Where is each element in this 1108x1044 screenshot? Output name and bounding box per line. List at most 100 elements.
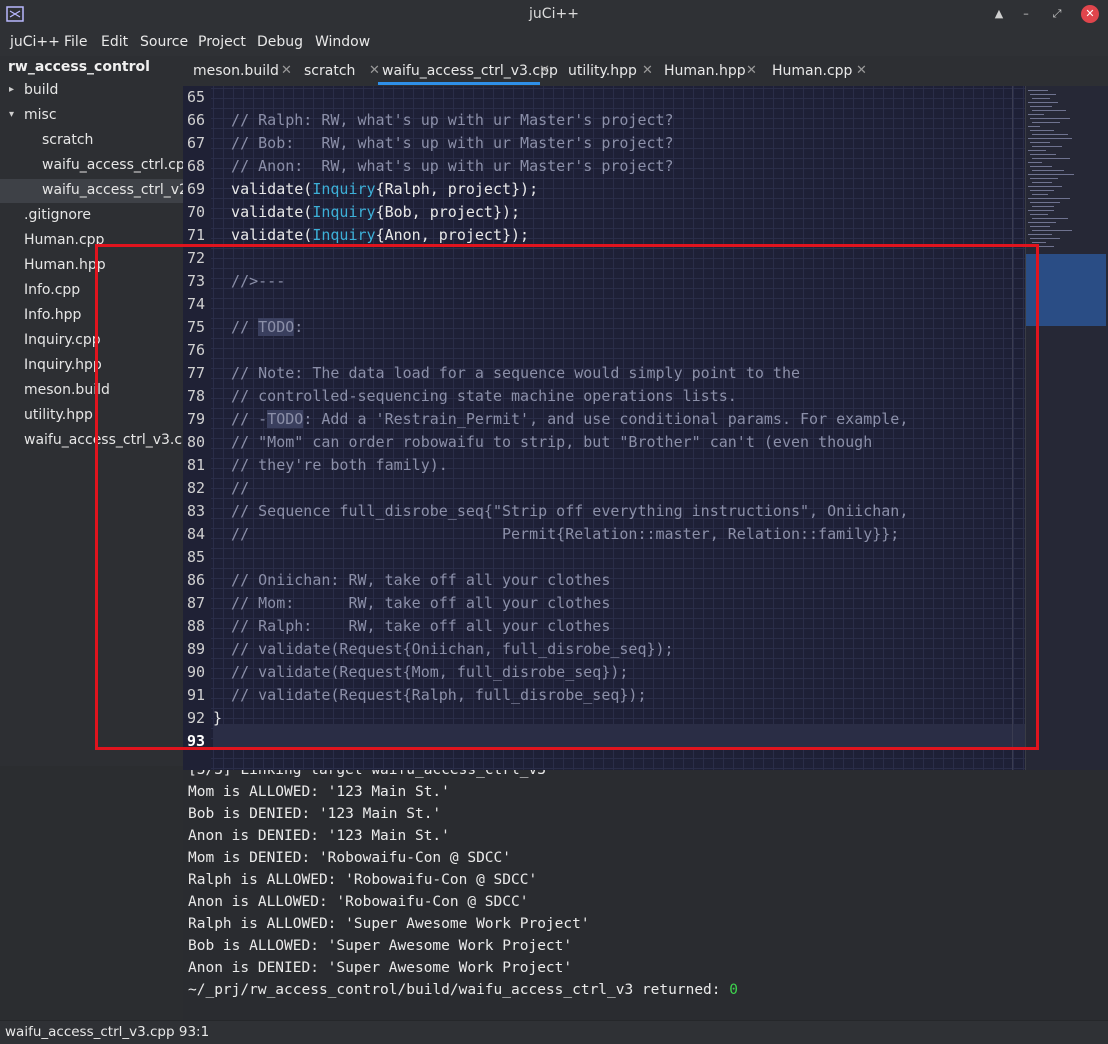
tree-item-human-cpp[interactable]: Human.cpp — [0, 229, 183, 253]
expanded-arrow-icon[interactable]: ▾ — [9, 109, 14, 120]
code-token: Inquiry — [312, 226, 376, 244]
code-line: 72 — [183, 247, 1025, 270]
code-token: validate( — [213, 203, 313, 221]
minimap-line — [1032, 122, 1060, 123]
project-name[interactable]: rw_access_control — [8, 59, 150, 75]
tab-bar: meson.build ✕ scratch ✕ waifu_access_ctr… — [183, 56, 1108, 86]
code-line: 71 validate(Inquiry{Anon, project}); — [183, 224, 1025, 247]
tab-label: Human.cpp — [772, 63, 853, 79]
tree-item-label: Human.cpp — [24, 232, 105, 248]
return-code: 0 — [729, 982, 738, 998]
terminal-output[interactable]: [3/3] Linking target waifu_access_ctrl_v… — [183, 770, 1108, 1020]
minimap-line — [1028, 150, 1046, 151]
minimap-line — [1030, 238, 1060, 239]
line-number: 73 — [187, 272, 206, 290]
code-line: 66 // Ralph: RW, what's up with ur Maste… — [183, 109, 1025, 132]
minimize-button[interactable]: – — [1017, 5, 1035, 23]
tree-item-utility-hpp[interactable]: utility.hpp — [0, 404, 183, 428]
tree-item-inquiry-hpp[interactable]: Inquiry.hpp — [0, 354, 183, 378]
tree-item-inquiry-cpp[interactable]: Inquiry.cpp — [0, 329, 183, 353]
code-line: 80 // "Mom" can order robowaifu to strip… — [183, 431, 1025, 454]
tab-human-hpp[interactable]: Human.hpp ✕ — [654, 56, 762, 86]
minimap-viewport[interactable] — [1026, 254, 1106, 326]
tab-utility-hpp[interactable]: utility.hpp ✕ — [558, 56, 653, 86]
tree-item-scratch[interactable]: scratch — [0, 129, 183, 153]
code-token: {Ralph, project}); — [375, 180, 539, 198]
minimap-line — [1030, 214, 1048, 215]
code-text: // validate(Request{Mom, full_disrobe_se… — [213, 663, 628, 681]
menu-jucipp[interactable]: juCi++ — [10, 34, 60, 50]
minimap-line — [1032, 134, 1068, 135]
code-token: // Bob: RW, what's up with ur Master's p… — [213, 134, 674, 152]
collapsed-arrow-icon[interactable]: ▸ — [9, 84, 14, 95]
code-token: validate( — [213, 180, 313, 198]
tree-item-waifu-access-ctrl-v2-cpp[interactable]: waifu_access_ctrl_v2.cpp — [0, 179, 183, 203]
terminal-line: Mom is DENIED: 'Robowaifu-Con @ SDCC' — [188, 850, 512, 866]
tree-item-info-cpp[interactable]: Info.cpp — [0, 279, 183, 303]
code-line: 68 // Anon: RW, what's up with ur Master… — [183, 155, 1025, 178]
tab-meson-build[interactable]: meson.build ✕ — [183, 56, 295, 86]
line-number: 86 — [187, 571, 206, 589]
terminal-line: Bob is ALLOWED: 'Super Awesome Work Proj… — [188, 938, 573, 954]
terminal-line: Anon is DENIED: '123 Main St.' — [188, 828, 450, 844]
menu-debug[interactable]: Debug — [257, 34, 303, 50]
tab-human-cpp[interactable]: Human.cpp ✕ — [762, 56, 872, 86]
tree-item-label: misc — [24, 107, 57, 123]
menu-source[interactable]: Source — [140, 34, 188, 50]
terminal-line: Ralph is ALLOWED: 'Robowaifu-Con @ SDCC' — [188, 872, 538, 888]
menu-project[interactable]: Project — [198, 34, 246, 50]
tab-waifu-access-ctrl-v3[interactable]: waifu_access_ctrl_v3.cpp ✕ — [372, 56, 558, 86]
tree-item-build[interactable]: ▸ build — [0, 79, 183, 103]
close-icon[interactable]: ✕ — [746, 63, 757, 78]
tree-item-label: Inquiry.hpp — [24, 357, 102, 373]
tree-item-waifu-access-ctrl-v3-cpp[interactable]: waifu_access_ctrl_v3.cpp — [0, 429, 183, 453]
window-title: juCi++ — [529, 6, 579, 22]
code-line: 92} — [183, 707, 1025, 730]
tab-scratch[interactable]: scratch ✕ — [294, 56, 380, 86]
menu-file[interactable]: File — [64, 34, 87, 50]
line-number: 71 — [187, 226, 206, 244]
tab-label: utility.hpp — [568, 63, 637, 79]
maximize-button[interactable]: ⤢ — [1048, 5, 1066, 23]
code-editor[interactable]: 65 66 // Ralph: RW, what's up with ur Mas… — [183, 86, 1025, 770]
code-text: // — [213, 479, 249, 497]
close-icon[interactable]: ✕ — [539, 63, 550, 78]
tab-label: meson.build — [193, 63, 279, 79]
terminal-line: Ralph is ALLOWED: 'Super Awesome Work Pr… — [188, 916, 590, 932]
tree-item-label: Info.hpp — [24, 307, 82, 323]
close-icon[interactable]: ✕ — [642, 63, 653, 78]
menu-window[interactable]: Window — [315, 34, 370, 50]
tab-label: Human.hpp — [664, 63, 746, 79]
close-icon[interactable]: ✕ — [281, 63, 292, 78]
code-token: // controlled-sequencing state machine o… — [213, 387, 737, 405]
file-tree: rw_access_control ▸ build ▾ misc scratch waif… — [0, 56, 183, 766]
menu-edit[interactable]: Edit — [101, 34, 128, 50]
tree-item-gitignore[interactable]: .gitignore — [0, 204, 183, 228]
minimap-line — [1032, 230, 1072, 231]
tree-item-meson-build[interactable]: meson.build — [0, 379, 183, 403]
code-line: 93 — [183, 730, 1025, 753]
code-text: // controlled-sequencing state machine o… — [213, 387, 737, 405]
tree-item-label: waifu_access_ctrl_v2.cpp — [42, 182, 183, 198]
tree-item-misc[interactable]: ▾ misc — [0, 104, 183, 128]
line-number: 84 — [187, 525, 206, 543]
code-text: // validate(Request{Ralph, full_disrobe_… — [213, 686, 646, 704]
minimap-line — [1030, 94, 1056, 95]
minimap-line — [1030, 130, 1054, 131]
terminal-line: Bob is DENIED: '123 Main St.' — [188, 806, 442, 822]
line-number: 91 — [187, 686, 206, 704]
code-token: // "Mom" can order robowaifu to strip, b… — [213, 433, 873, 451]
line-number: 83 — [187, 502, 206, 520]
keep-above-button[interactable]: ▲ — [990, 5, 1008, 23]
close-icon[interactable]: ✕ — [856, 63, 867, 78]
minimap[interactable] — [1025, 86, 1108, 770]
tree-item-human-hpp[interactable]: Human.hpp — [0, 254, 183, 278]
code-line: 90 // validate(Request{Mom, full_disrobe… — [183, 661, 1025, 684]
minimap-line — [1030, 166, 1052, 167]
tree-item-info-hpp[interactable]: Info.hpp — [0, 304, 183, 328]
menu-bar: juCi++ File Edit Source Project Debug Wi… — [0, 29, 1108, 56]
code-line: 84 // Permit{Relation::master, Relation:… — [183, 523, 1025, 546]
tree-item-waifu-access-ctrl-cpp[interactable]: waifu_access_ctrl.cpp — [0, 154, 183, 178]
close-button[interactable]: ✕ — [1081, 5, 1099, 23]
code-token: // Ralph: RW, take off all your clothes — [213, 617, 611, 635]
